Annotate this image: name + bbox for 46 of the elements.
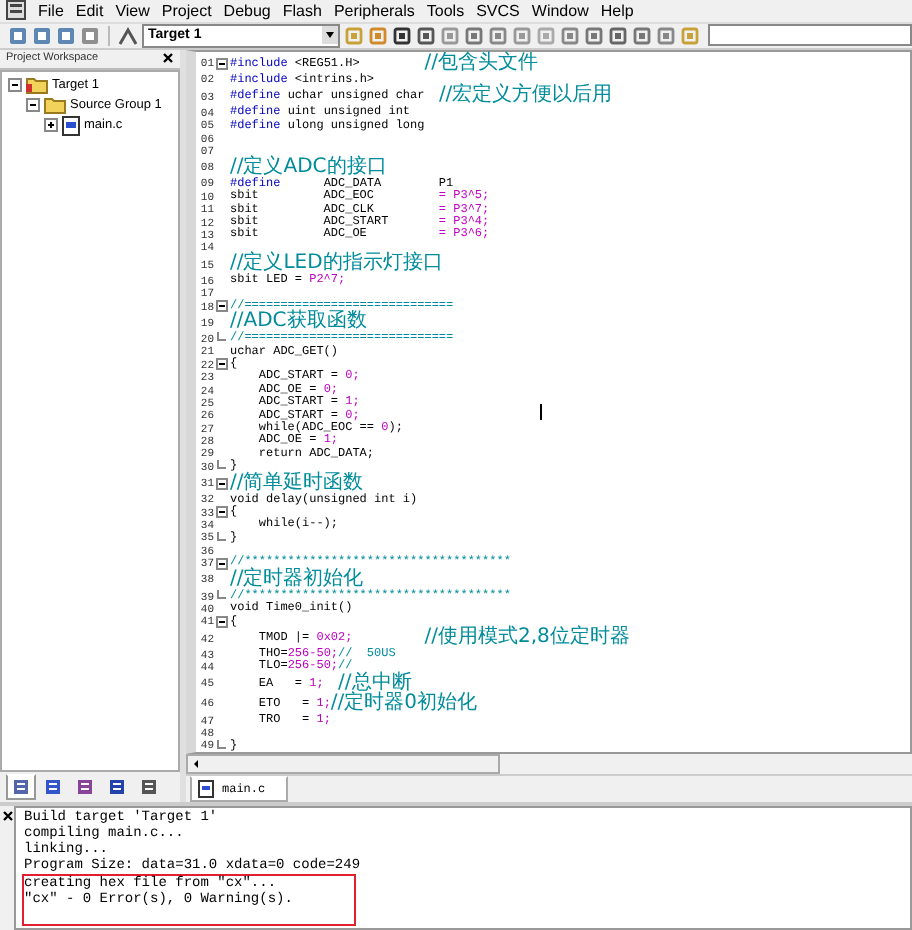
expander-icon[interactable] <box>26 98 40 113</box>
code-line: //定时器初始化 <box>230 569 364 590</box>
text-cursor <box>540 403 542 420</box>
dropdown-arrow-icon[interactable] <box>322 26 338 45</box>
expander-icon[interactable] <box>8 78 22 93</box>
folder-icon <box>26 76 48 95</box>
file-icon <box>198 780 214 798</box>
list-icon <box>12 778 30 796</box>
fold-icon[interactable] <box>216 615 228 628</box>
code-editor[interactable] <box>186 49 912 754</box>
file-icon <box>62 115 80 136</box>
code-line: //ADC获取函数 <box>230 312 367 333</box>
code-line: //简单延时函数 <box>230 473 364 494</box>
code-line: //定义LED的指示灯接口 <box>230 254 443 275</box>
menu-item[interactable]: File <box>38 1 64 20</box>
code-line: //定义ADC的接口 <box>230 157 387 178</box>
find-field[interactable] <box>708 24 912 47</box>
close-icon[interactable] <box>162 52 174 65</box>
toolbar-icon[interactable] <box>392 25 412 46</box>
menu-item[interactable]: SVCS <box>476 1 520 20</box>
menu-item[interactable]: Flash <box>282 1 322 20</box>
list-icon <box>108 778 126 796</box>
toolbar-icon[interactable] <box>416 25 436 46</box>
fold-icon[interactable] <box>216 57 228 70</box>
fold-icon[interactable] <box>216 477 228 490</box>
menu-item[interactable]: Edit <box>75 1 104 20</box>
menu-item[interactable]: Tools <box>426 1 465 20</box>
menu-item[interactable]: View <box>115 1 150 20</box>
menu-item[interactable]: Peripherals <box>333 1 415 20</box>
menu-item[interactable]: Help <box>600 1 634 20</box>
folder-icon <box>44 96 66 115</box>
expander-icon[interactable] <box>44 118 58 133</box>
menu-item[interactable]: Project <box>161 1 212 20</box>
menu-item[interactable]: Window <box>531 1 589 20</box>
fold-icon[interactable] <box>216 300 228 313</box>
close-icon[interactable] <box>1 810 13 822</box>
fold-icon[interactable] <box>216 557 228 570</box>
list-icon <box>140 778 158 796</box>
panel-tab[interactable] <box>6 774 36 800</box>
toolbar-icon[interactable] <box>608 25 628 46</box>
fold-icon[interactable] <box>216 358 228 371</box>
list-icon <box>44 778 62 796</box>
list-icon <box>76 778 94 796</box>
menu-item[interactable]: Debug <box>223 1 271 20</box>
fold-icon[interactable] <box>216 506 228 519</box>
horizontal-scrollbar[interactable] <box>186 754 500 774</box>
